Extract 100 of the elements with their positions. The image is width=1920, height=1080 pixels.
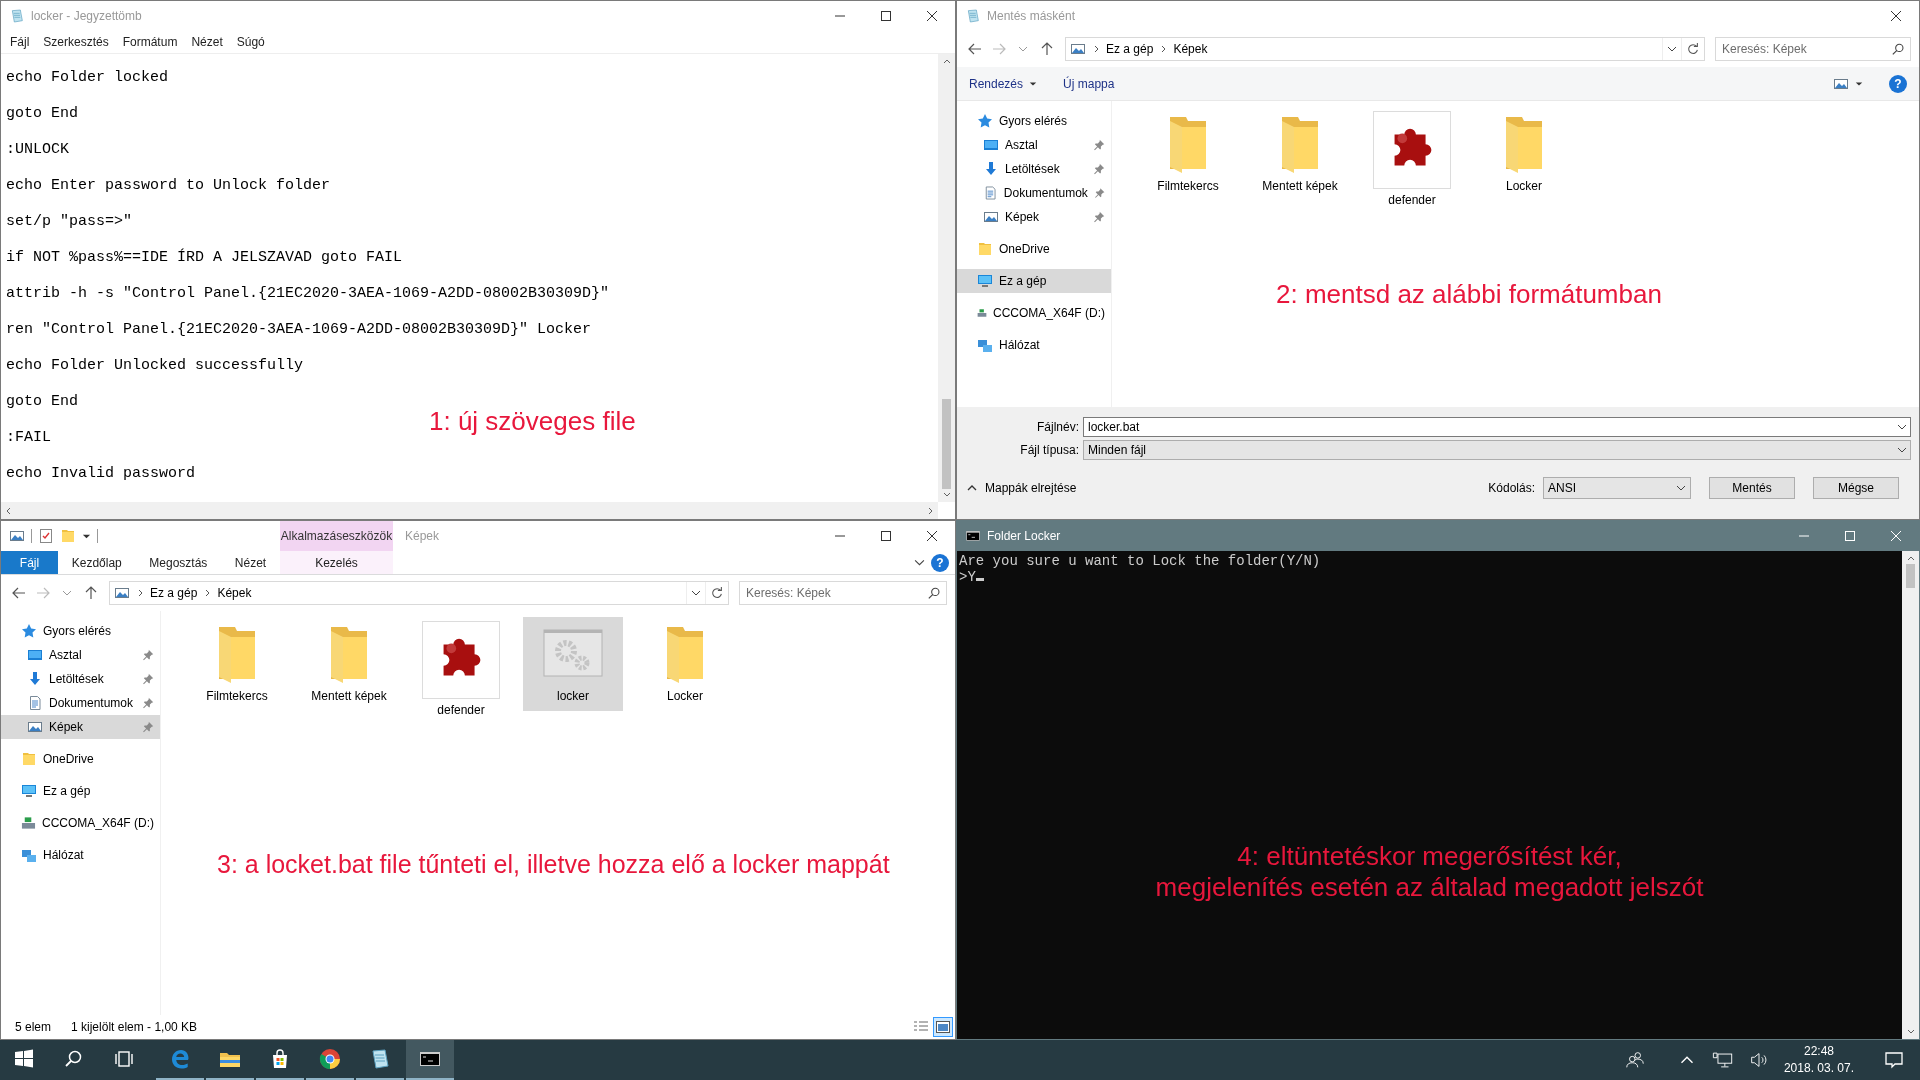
ribbon-tab[interactable]: Fájl: [1, 551, 58, 574]
file-tile[interactable]: Mentett képek: [299, 617, 399, 711]
file-tile[interactable]: locker: [523, 617, 623, 711]
ribbon-tab[interactable]: Nézet: [234, 551, 267, 574]
address-bar[interactable]: Ez a gép Képek: [1065, 37, 1705, 61]
help-button[interactable]: ?: [1889, 74, 1907, 93]
chevron-icon[interactable]: [1092, 45, 1100, 53]
scroll-thumb[interactable]: [1906, 564, 1915, 588]
horizontal-scrollbar[interactable]: [1, 502, 938, 519]
view-toggle-button[interactable]: [933, 1017, 953, 1037]
breadcrumb-item[interactable]: Képek: [217, 584, 252, 602]
nav-item[interactable]: Képek: [1, 715, 160, 739]
file-tile[interactable]: Filmtekercs: [1138, 107, 1238, 201]
nav-item[interactable]: Dokumentumok: [1, 691, 160, 715]
pin-icon[interactable]: [142, 649, 154, 661]
vertical-scrollbar[interactable]: [938, 54, 955, 502]
nav-item[interactable]: Gyors elérés: [1, 619, 160, 643]
nav-item[interactable]: OneDrive: [957, 237, 1111, 261]
nav-item[interactable]: Letöltések: [1, 667, 160, 691]
chevron-icon[interactable]: [136, 589, 144, 597]
checklist-icon[interactable]: [38, 528, 54, 544]
menu-item[interactable]: Súgó: [229, 33, 272, 51]
vertical-scrollbar[interactable]: [1902, 551, 1919, 1039]
nav-item[interactable]: Gyors elérés: [957, 109, 1111, 133]
pin-icon[interactable]: [142, 673, 154, 685]
search-icon[interactable]: [1892, 43, 1905, 56]
pin-icon[interactable]: [1093, 163, 1105, 175]
ribbon-tab[interactable]: Kezelés: [280, 551, 393, 574]
window-icon[interactable]: [9, 528, 25, 544]
file-tile[interactable]: Locker: [1474, 107, 1574, 201]
nav-item[interactable]: Ez a gép: [1, 779, 160, 803]
desktop-icon: [27, 647, 43, 663]
nav-item[interactable]: Hálózat: [957, 333, 1111, 357]
nav-item[interactable]: Ez a gép: [957, 269, 1111, 293]
breadcrumb-item[interactable]: Ez a gép: [150, 584, 198, 602]
address-bar[interactable]: Ez a gép Képek: [109, 581, 729, 605]
picture-icon: [114, 585, 130, 601]
menu-item[interactable]: Szerkesztés: [36, 33, 116, 51]
nav-item[interactable]: Letöltések: [957, 157, 1111, 181]
search-icon[interactable]: [928, 587, 941, 600]
file-tile[interactable]: Locker: [635, 617, 735, 711]
chevron-icon[interactable]: [1159, 45, 1168, 53]
file-tile[interactable]: Filmtekercs: [187, 617, 287, 711]
menu-item[interactable]: Formátum: [115, 33, 185, 51]
search-field[interactable]: Keresés: Képek: [1715, 37, 1911, 61]
help-button[interactable]: ?: [931, 553, 949, 572]
code-line: echo Folder Unlocked successfully: [6, 356, 304, 376]
console-line: Are you sure u want to Lock the folder(Y/N): [959, 553, 1321, 569]
pin-icon[interactable]: [1093, 139, 1105, 151]
clock-time[interactable]: 22:48: [1803, 1043, 1834, 1060]
caret-icon[interactable]: [1897, 422, 1907, 432]
caret-icon: [691, 588, 701, 598]
cancel-button[interactable]: Mégse: [1813, 477, 1899, 499]
nav-item[interactable]: Dokumentumok: [957, 181, 1111, 205]
file-tile[interactable]: defender: [411, 617, 511, 725]
menu-item[interactable]: Fájl: [3, 33, 37, 51]
nav-item[interactable]: Asztal: [957, 133, 1111, 157]
nav-item[interactable]: OneDrive: [1, 747, 160, 771]
nav-item[interactable]: CCCOMA_X64F (D:): [957, 301, 1111, 325]
puzzle-icon: [422, 621, 500, 699]
caret-icon[interactable]: [1897, 445, 1907, 455]
combo-field[interactable]: locker.bat: [1083, 417, 1911, 437]
hide-folders-button[interactable]: Mappák elrejtése: [967, 479, 1077, 497]
pin-icon[interactable]: [1093, 211, 1105, 223]
pin-icon[interactable]: [1093, 187, 1105, 199]
menu-item[interactable]: Nézet: [184, 33, 230, 51]
network-icon: [21, 847, 37, 863]
ribbon-tab[interactable]: Megosztás: [149, 551, 208, 574]
nav-item[interactable]: CCCOMA_X64F (D:): [1, 811, 160, 835]
menu-button[interactable]: Rendezés: [969, 74, 1038, 93]
star-icon: [977, 113, 993, 129]
network-icon: [977, 337, 993, 353]
search-field[interactable]: Keresés: Képek: [739, 581, 947, 605]
expand-ribbon-icon[interactable]: [914, 557, 925, 568]
dropdown[interactable]: ANSI: [1543, 477, 1691, 499]
document-icon: [27, 695, 43, 711]
text-cursor: [975, 578, 984, 581]
caret-icon: [1676, 483, 1686, 493]
scroll-thumb[interactable]: [942, 399, 951, 489]
nav-item[interactable]: Hálózat: [1, 843, 160, 867]
close-icon: [1891, 11, 1901, 21]
file-tile[interactable]: defender: [1362, 107, 1462, 215]
chevron-icon[interactable]: [203, 589, 212, 597]
document-icon: [983, 185, 998, 201]
pin-icon[interactable]: [142, 697, 154, 709]
taskbar-button[interactable]: [406, 1040, 454, 1080]
network-monitor-icon[interactable]: [1711, 1049, 1734, 1071]
ribbon-tab[interactable]: Kezdőlap: [71, 551, 122, 574]
close-icon: [927, 531, 937, 541]
breadcrumb-item[interactable]: Képek: [1173, 40, 1208, 58]
picture-icon: [27, 719, 43, 735]
file-tile[interactable]: Mentett képek: [1250, 107, 1350, 201]
breadcrumb-item[interactable]: Ez a gép: [1106, 40, 1154, 58]
nav-item[interactable]: Képek: [957, 205, 1111, 229]
forward-arrow-icon: [991, 41, 1007, 57]
dropdown[interactable]: Minden fájl: [1083, 440, 1911, 460]
toolbar-button[interactable]: Új mappa: [1063, 74, 1115, 93]
clock-date[interactable]: 2018. 03. 07.: [1783, 1060, 1854, 1077]
save-button[interactable]: Mentés: [1709, 477, 1795, 499]
nav-item[interactable]: Asztal: [1, 643, 160, 667]
